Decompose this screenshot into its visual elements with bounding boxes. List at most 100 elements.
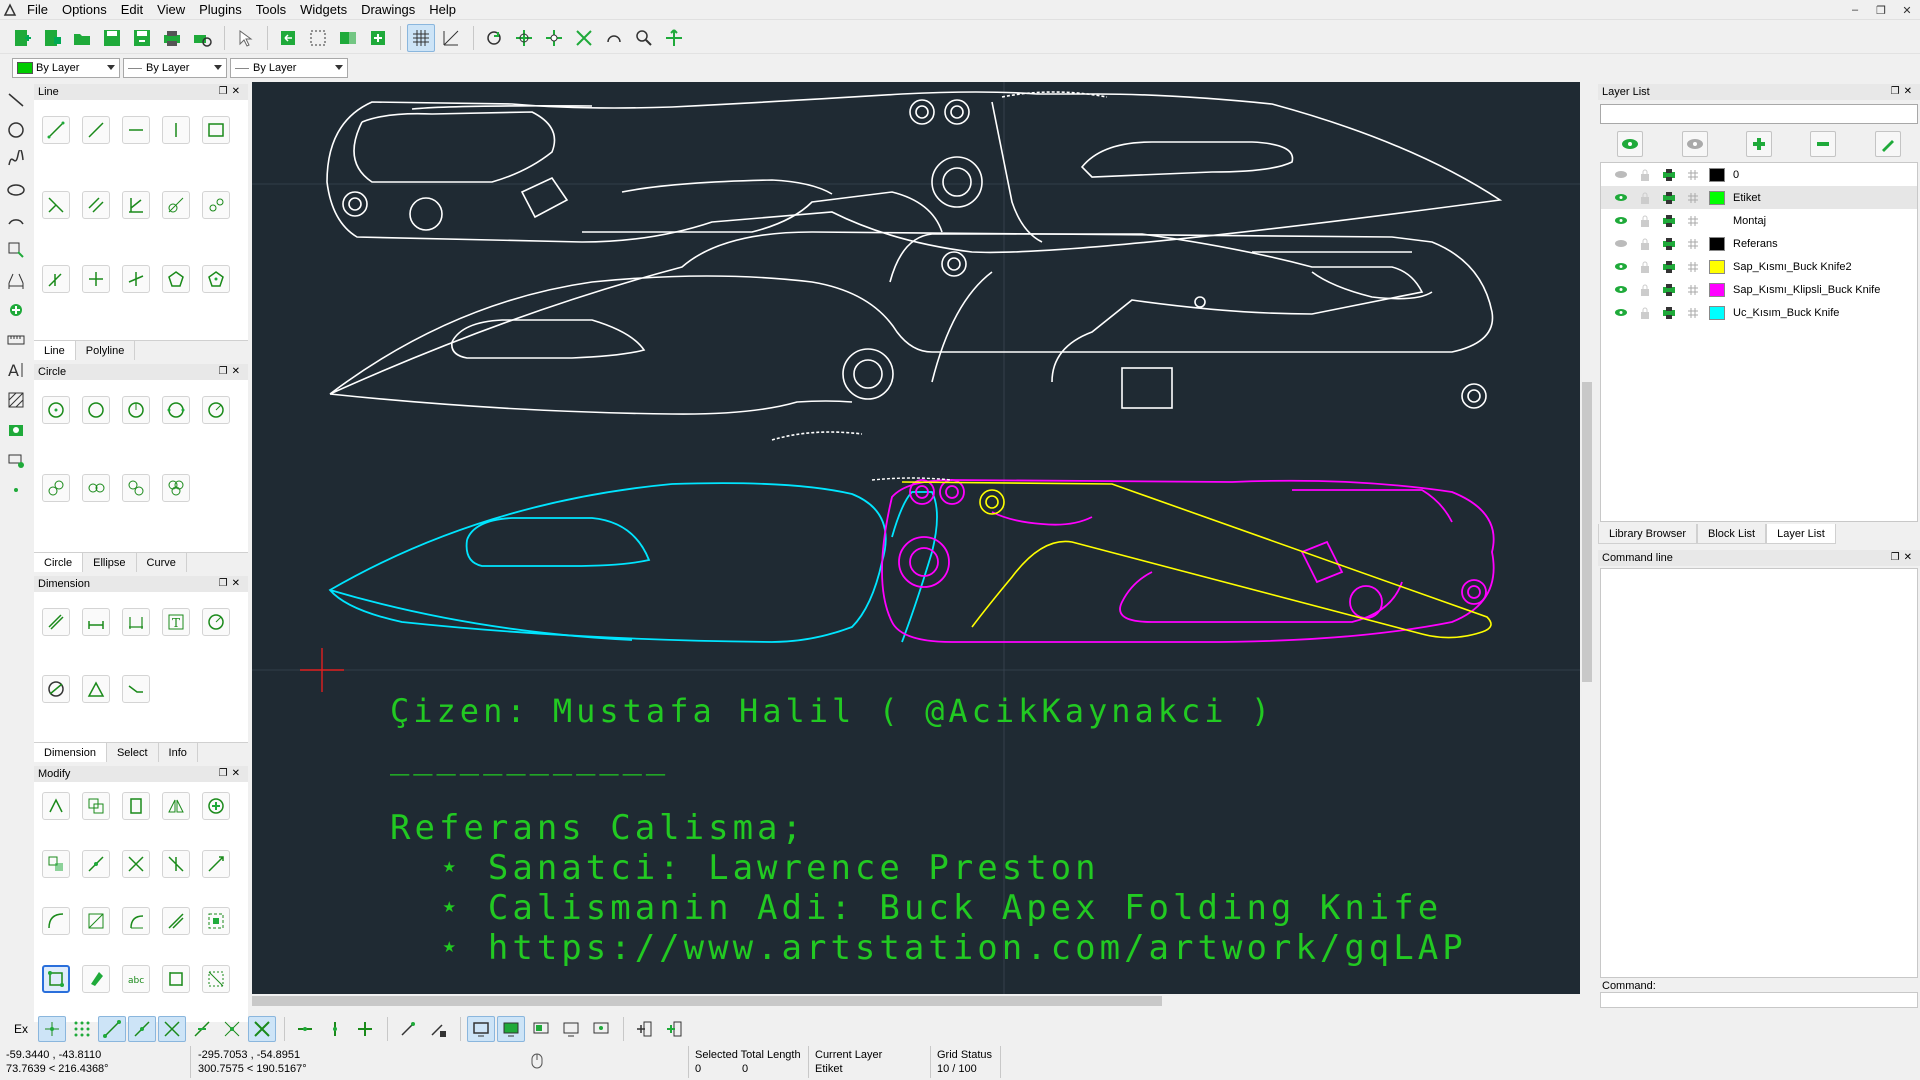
modify-scale-icon[interactable] bbox=[122, 792, 150, 820]
modify-stretch-icon[interactable] bbox=[202, 849, 230, 878]
construction-icon[interactable] bbox=[1681, 284, 1705, 296]
line-orthogonal-icon[interactable] bbox=[122, 190, 150, 219]
edit-layer-icon[interactable] bbox=[1874, 131, 1901, 157]
modify-attributes-icon[interactable] bbox=[162, 907, 190, 935]
save-icon[interactable] bbox=[98, 24, 126, 52]
panel-float-close-icon[interactable]: ❐✕ bbox=[1891, 550, 1916, 566]
vertical-scrollbar-thumb[interactable] bbox=[1582, 382, 1592, 682]
construction-icon[interactable] bbox=[1681, 192, 1705, 204]
layer-filter-input[interactable] bbox=[1600, 104, 1918, 124]
line-parallel-icon[interactable] bbox=[82, 190, 110, 219]
remove-layer-icon[interactable] bbox=[1810, 131, 1837, 157]
modify-offset-icon[interactable] bbox=[82, 907, 110, 935]
modify-explode-icon[interactable] bbox=[202, 907, 230, 935]
modify-delete-icon[interactable] bbox=[82, 964, 110, 993]
line-free-icon[interactable] bbox=[82, 265, 110, 294]
restrict-horizontal-icon[interactable] bbox=[291, 1016, 319, 1042]
spline-category-icon[interactable] bbox=[2, 146, 30, 174]
snap-free-icon[interactable] bbox=[38, 1016, 67, 1042]
layer-row[interactable]: Uc_Kısım_Buck Knife bbox=[1601, 301, 1917, 324]
show-all-layers-icon[interactable] bbox=[1617, 131, 1644, 157]
construction-icon[interactable] bbox=[1681, 261, 1705, 273]
zoom-auto-icon[interactable] bbox=[570, 24, 598, 52]
layer-row[interactable]: Sap_Kısmı_Buck Knife2 bbox=[1601, 255, 1917, 278]
menu-options[interactable]: Options bbox=[55, 0, 114, 20]
zoom-pan-icon[interactable] bbox=[660, 24, 688, 52]
construction-icon[interactable] bbox=[1681, 307, 1705, 319]
modify-rotate-icon[interactable] bbox=[202, 792, 230, 820]
layer-row[interactable]: 0 bbox=[1601, 163, 1917, 186]
menu-widgets[interactable]: Widgets bbox=[293, 0, 354, 20]
line-2points-icon[interactable] bbox=[42, 116, 70, 144]
circle-category-icon[interactable] bbox=[2, 116, 30, 144]
menu-file[interactable]: File bbox=[20, 0, 55, 20]
print-icon[interactable] bbox=[1657, 168, 1681, 181]
view-screen5-icon[interactable] bbox=[587, 1016, 615, 1042]
dim-angular-icon[interactable] bbox=[202, 608, 230, 636]
grid-toggle-icon[interactable] bbox=[407, 23, 435, 52]
menu-plugins[interactable]: Plugins bbox=[192, 0, 249, 20]
minimize-icon[interactable]: – bbox=[1842, 0, 1868, 20]
polygon-center-icon[interactable] bbox=[162, 265, 190, 294]
print-icon[interactable] bbox=[1657, 191, 1681, 204]
redraw-icon[interactable] bbox=[480, 24, 508, 52]
eye-icon[interactable] bbox=[1609, 262, 1633, 271]
view-screen4-icon[interactable] bbox=[557, 1016, 585, 1042]
lock-icon[interactable] bbox=[1633, 238, 1657, 250]
menu-drawings[interactable]: Drawings bbox=[354, 0, 422, 20]
layer-row[interactable]: Etiket bbox=[1601, 186, 1917, 209]
select-category-icon[interactable] bbox=[2, 236, 30, 264]
line-relative-angle-icon[interactable] bbox=[42, 265, 70, 294]
line-category-icon[interactable] bbox=[2, 86, 30, 114]
print-icon[interactable] bbox=[1657, 260, 1681, 273]
modify-trim2-icon[interactable] bbox=[162, 849, 190, 878]
snap-intersection-icon[interactable] bbox=[248, 1016, 277, 1042]
circle-tangent2-icon[interactable] bbox=[82, 474, 110, 502]
modify-trim-icon[interactable] bbox=[122, 849, 150, 878]
modify-category-icon[interactable] bbox=[2, 296, 30, 324]
line-horizontal-icon[interactable] bbox=[122, 116, 150, 144]
hide-all-layers-icon[interactable] bbox=[1681, 131, 1708, 157]
print-icon[interactable] bbox=[1657, 237, 1681, 250]
tab-select[interactable]: Select bbox=[107, 743, 159, 762]
tab-layer-list[interactable]: Layer List bbox=[1766, 524, 1836, 544]
modify-entity-icon[interactable] bbox=[162, 964, 190, 993]
layer-row[interactable]: Sap_Kısmı_Klipsli_Buck Knife bbox=[1601, 278, 1917, 301]
circle-3points-icon[interactable] bbox=[122, 396, 150, 424]
snap-distance-icon[interactable] bbox=[218, 1016, 246, 1042]
layer-row[interactable]: Montaj bbox=[1601, 209, 1917, 232]
tab-dimension[interactable]: Dimension bbox=[34, 743, 107, 762]
tab-info[interactable]: Info bbox=[159, 743, 198, 762]
lock-relative-zero-icon[interactable] bbox=[424, 1016, 452, 1042]
modify-edit-text-icon[interactable]: abc bbox=[122, 964, 150, 993]
new-template-icon[interactable] bbox=[38, 24, 66, 52]
menu-help[interactable]: Help bbox=[422, 0, 463, 20]
pen-color-select[interactable]: By Layer bbox=[12, 58, 120, 78]
lock-icon[interactable] bbox=[1633, 169, 1657, 181]
tab-library-browser[interactable]: Library Browser bbox=[1598, 524, 1698, 544]
circle-tangent3-icon[interactable] bbox=[42, 474, 70, 502]
line-tangent2-icon[interactable] bbox=[202, 190, 230, 219]
circle-multi-icon[interactable] bbox=[162, 474, 190, 502]
image-tool-icon[interactable] bbox=[2, 416, 30, 444]
save-as-icon[interactable] bbox=[128, 24, 156, 52]
horizontal-scrollbar-thumb[interactable] bbox=[252, 996, 1162, 1006]
lock-icon[interactable] bbox=[1633, 215, 1657, 227]
circle-inscribe-icon[interactable] bbox=[122, 474, 150, 502]
restore-icon[interactable]: ❐ bbox=[1868, 0, 1894, 20]
ellipse-category-icon[interactable] bbox=[2, 176, 30, 204]
dimension-category-icon[interactable] bbox=[2, 266, 30, 294]
hatch-tool-icon[interactable] bbox=[2, 386, 30, 414]
tab-curve[interactable]: Curve bbox=[137, 553, 187, 572]
panel-float-close-icon[interactable]: ❐✕ bbox=[219, 766, 244, 782]
dim-leader-text-icon[interactable]: T bbox=[162, 608, 190, 636]
line-rectangle-center-icon[interactable] bbox=[122, 265, 150, 294]
circle-center-point-icon[interactable] bbox=[42, 396, 70, 424]
modify-order-icon[interactable] bbox=[202, 964, 230, 993]
info-category-icon[interactable] bbox=[2, 326, 30, 354]
eye-icon[interactable] bbox=[1609, 216, 1633, 225]
eye-icon[interactable] bbox=[1609, 239, 1633, 248]
view-screen3-icon[interactable] bbox=[527, 1016, 555, 1042]
open-file-icon[interactable] bbox=[68, 24, 96, 52]
view-screen1-icon[interactable] bbox=[467, 1016, 496, 1042]
